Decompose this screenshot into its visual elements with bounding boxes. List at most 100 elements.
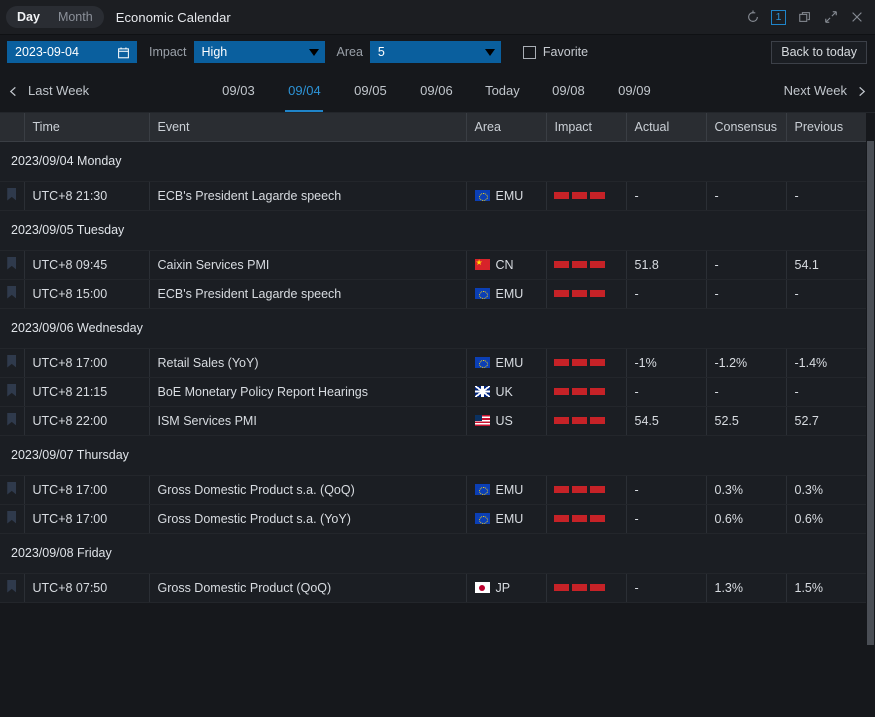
row-previous: 54.1	[786, 250, 866, 279]
expand-icon[interactable]	[823, 10, 838, 25]
table-body: 2023/09/04 MondayUTC+8 21:30ECB's Presid…	[0, 141, 866, 602]
row-area: EMU	[466, 279, 546, 308]
row-time: UTC+8 21:30	[24, 181, 149, 210]
date-input[interactable]: 2023-09-04	[7, 41, 137, 63]
row-impact	[546, 504, 626, 533]
column-header-area[interactable]: Area	[466, 113, 546, 141]
bookmark-icon[interactable]	[7, 188, 16, 201]
area-code-label: EMU	[496, 483, 524, 497]
row-favorite-cell[interactable]	[0, 406, 24, 435]
column-header-time[interactable]: Time	[24, 113, 149, 141]
area-cell-inner: EMU	[475, 483, 546, 497]
day-tab-6[interactable]: 09/09	[601, 69, 667, 112]
day-tab-1[interactable]: 09/04	[271, 69, 337, 112]
table-row[interactable]: UTC+8 21:30ECB's President Lagarde speec…	[0, 181, 866, 210]
day-tab-4[interactable]: Today	[469, 69, 535, 112]
row-event: ECB's President Lagarde speech	[149, 279, 466, 308]
bookmark-icon[interactable]	[7, 355, 16, 368]
window-count-badge[interactable]: 1	[771, 10, 786, 25]
day-tab-5[interactable]: 09/08	[535, 69, 601, 112]
row-favorite-cell[interactable]	[0, 573, 24, 602]
close-icon[interactable]	[849, 10, 864, 25]
table-header-row: Time Event Area Impact Actual Consensus …	[0, 113, 866, 141]
area-code-label: EMU	[496, 356, 524, 370]
table-row[interactable]: UTC+8 09:45Caixin Services PMICN51.8-54.…	[0, 250, 866, 279]
bookmark-icon[interactable]	[7, 580, 16, 593]
column-header-consensus[interactable]: Consensus	[706, 113, 786, 141]
row-impact	[546, 250, 626, 279]
area-code-label: UK	[496, 385, 513, 399]
bookmark-icon[interactable]	[7, 257, 16, 270]
vertical-scrollbar-thumb[interactable]	[867, 141, 874, 645]
day-tab-0[interactable]: 09/03	[205, 69, 271, 112]
table-row[interactable]: UTC+8 17:00Retail Sales (YoY)EMU-1%-1.2%…	[0, 348, 866, 377]
table-row[interactable]: UTC+8 17:00Gross Domestic Product s.a. (…	[0, 475, 866, 504]
row-favorite-cell[interactable]	[0, 181, 24, 210]
table-row[interactable]: UTC+8 22:00ISM Services PMIUS54.552.552.…	[0, 406, 866, 435]
column-header-actual[interactable]: Actual	[626, 113, 706, 141]
column-header-event[interactable]: Event	[149, 113, 466, 141]
impact-filter-select[interactable]: High	[194, 41, 325, 63]
row-area: JP	[466, 573, 546, 602]
impact-bars	[554, 192, 626, 199]
favorite-filter[interactable]: Favorite	[523, 45, 588, 59]
bookmark-icon[interactable]	[7, 384, 16, 397]
row-favorite-cell[interactable]	[0, 279, 24, 308]
bookmark-icon[interactable]	[7, 413, 16, 426]
table-row[interactable]: UTC+8 15:00ECB's President Lagarde speec…	[0, 279, 866, 308]
view-mode-toggle[interactable]: Day Month	[6, 6, 104, 28]
date-navigation-bar: Last Week 09/03 09/04 09/05 09/06 Today …	[0, 69, 875, 113]
bookmark-icon[interactable]	[7, 482, 16, 495]
back-to-today-button[interactable]: Back to today	[771, 41, 867, 64]
row-time: UTC+8 22:00	[24, 406, 149, 435]
area-code-label: EMU	[496, 287, 524, 301]
vertical-scrollbar[interactable]	[866, 113, 875, 717]
window-icon[interactable]	[797, 10, 812, 25]
day-group-label: 2023/09/08 Friday	[0, 533, 866, 573]
table-row[interactable]: UTC+8 21:15BoE Monetary Policy Report He…	[0, 377, 866, 406]
row-favorite-cell[interactable]	[0, 377, 24, 406]
column-header-favorite[interactable]	[0, 113, 24, 141]
area-filter-select[interactable]: 5	[370, 41, 501, 63]
table-header: Time Event Area Impact Actual Consensus …	[0, 113, 866, 141]
row-favorite-cell[interactable]	[0, 348, 24, 377]
day-group-header: 2023/09/04 Monday	[0, 141, 866, 181]
impact-bar	[554, 192, 569, 199]
flag-emu-icon	[475, 190, 490, 201]
mode-month-button[interactable]: Month	[49, 8, 102, 26]
day-tab-3[interactable]: 09/06	[403, 69, 469, 112]
row-previous: -1.4%	[786, 348, 866, 377]
row-previous: 52.7	[786, 406, 866, 435]
flag-emu-icon	[475, 288, 490, 299]
row-favorite-cell[interactable]	[0, 504, 24, 533]
impact-bar	[554, 417, 569, 424]
row-impact	[546, 475, 626, 504]
table-empty-area	[0, 603, 875, 717]
refresh-icon[interactable]	[745, 10, 760, 25]
row-event: ECB's President Lagarde speech	[149, 181, 466, 210]
row-consensus: -	[706, 250, 786, 279]
area-code-label: US	[496, 414, 513, 428]
row-area: EMU	[466, 475, 546, 504]
row-favorite-cell[interactable]	[0, 475, 24, 504]
page-title: Economic Calendar	[116, 10, 231, 25]
row-area: US	[466, 406, 546, 435]
row-event: Retail Sales (YoY)	[149, 348, 466, 377]
bookmark-icon[interactable]	[7, 511, 16, 524]
table-row[interactable]: UTC+8 17:00Gross Domestic Product s.a. (…	[0, 504, 866, 533]
impact-bar	[572, 290, 587, 297]
favorite-checkbox[interactable]	[523, 46, 536, 59]
impact-bar	[554, 584, 569, 591]
mode-day-button[interactable]: Day	[8, 8, 49, 26]
impact-bars	[554, 417, 626, 424]
day-tab-2[interactable]: 09/05	[337, 69, 403, 112]
last-week-button[interactable]: Last Week	[0, 83, 89, 98]
table-row[interactable]: UTC+8 07:50Gross Domestic Product (QoQ)J…	[0, 573, 866, 602]
row-favorite-cell[interactable]	[0, 250, 24, 279]
next-week-button[interactable]: Next Week	[784, 83, 875, 98]
column-header-impact[interactable]: Impact	[546, 113, 626, 141]
column-header-previous[interactable]: Previous	[786, 113, 866, 141]
title-bar: Day Month Economic Calendar 1	[0, 0, 875, 35]
bookmark-icon[interactable]	[7, 286, 16, 299]
impact-bar	[554, 261, 569, 268]
